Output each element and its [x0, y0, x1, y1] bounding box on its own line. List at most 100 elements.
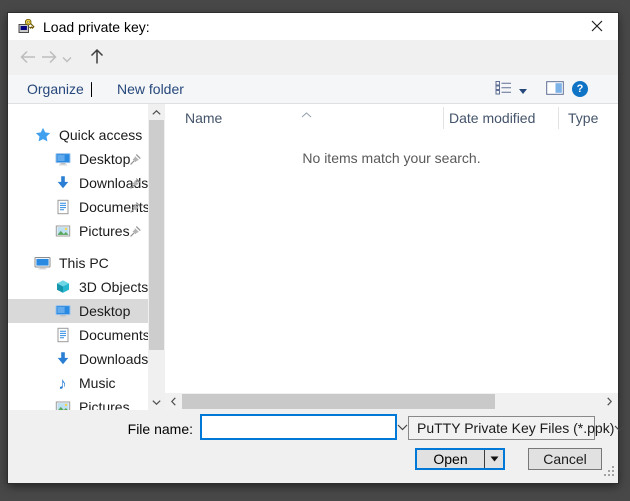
3d-objects-icon [54, 279, 71, 296]
open-split-button[interactable]: Open [415, 448, 505, 470]
scroll-right-button[interactable] [601, 393, 618, 410]
cancel-button-label: Cancel [543, 451, 587, 467]
sidebar-item-label: Desktop [79, 151, 130, 167]
file-type-dropdown-icon [614, 425, 625, 432]
views-dropdown-button[interactable] [519, 75, 527, 103]
sidebar-item-label: Pictures [79, 223, 130, 239]
organize-label: Organize [27, 81, 84, 97]
chevron-down-icon [62, 50, 72, 66]
command-toolbar: Organize New folder ? [8, 75, 618, 104]
title-bar: Load private key: [8, 13, 618, 40]
details-view-icon [495, 80, 512, 98]
resize-grip[interactable] [604, 464, 615, 480]
sidebar-item-3d-objects[interactable]: 3D Objects [8, 275, 148, 299]
file-type-select[interactable]: PuTTY Private Key Files (*.ppk) [408, 416, 595, 440]
pin-icon [129, 201, 142, 214]
cancel-button[interactable]: Cancel [528, 448, 602, 470]
scrollbar-thumb[interactable] [182, 394, 495, 409]
empty-folder-message: No items match your search. [165, 150, 618, 166]
caret-down-icon [519, 81, 527, 97]
column-divider[interactable] [558, 107, 559, 129]
scroll-up-button[interactable] [148, 104, 165, 120]
file-name-input[interactable] [212, 418, 397, 436]
load-private-key-dialog: Load private key: [8, 13, 618, 483]
back-arrow-icon [19, 50, 37, 67]
window-title: Load private key: [43, 19, 150, 35]
sidebar-item-pictures-qa[interactable]: Pictures [8, 219, 148, 243]
sort-ascending-icon [301, 105, 312, 121]
column-header-type[interactable]: Type [568, 110, 598, 126]
sidebar-item-label: Downloads [79, 351, 148, 367]
open-dropdown-button[interactable] [485, 450, 503, 468]
file-type-value: PuTTY Private Key Files (*.ppk) [417, 420, 614, 436]
help-button[interactable]: ? [572, 75, 588, 103]
quick-access-star-icon [34, 127, 51, 144]
computer-icon [34, 255, 51, 272]
sidebar-item-label: This PC [59, 255, 109, 271]
sidebar-item-label: Desktop [79, 303, 130, 319]
file-list: Name Date modified Type No items match y… [165, 104, 618, 410]
organize-button[interactable]: Organize [27, 75, 92, 103]
footer-bar: File name: PuTTY Private Key Files (*.pp… [8, 410, 618, 483]
pin-icon [129, 177, 142, 190]
pin-icon [129, 153, 142, 166]
desktop-icon [54, 303, 71, 320]
navigation-pane: Quick access Desktop Downloads [8, 104, 148, 410]
views-button[interactable] [495, 75, 512, 103]
file-name-dropdown-button[interactable] [397, 424, 408, 431]
sidebar-item-label: Pictures [79, 399, 130, 410]
back-button[interactable] [17, 47, 39, 69]
sidebar-item-desktop-selected[interactable]: Desktop [8, 299, 148, 323]
file-name-combobox[interactable] [200, 414, 397, 440]
column-divider[interactable] [443, 107, 444, 129]
sidebar-item-downloads[interactable]: Downloads [8, 347, 148, 371]
scrollbar-thumb[interactable] [149, 120, 164, 350]
forward-arrow-icon [40, 50, 58, 67]
putty-key-icon [18, 18, 35, 35]
forward-button[interactable] [38, 47, 60, 69]
sidebar-item-quick-access[interactable]: Quick access [8, 123, 148, 147]
horizontal-scrollbar[interactable] [165, 393, 618, 410]
close-icon [591, 19, 603, 35]
sidebar-item-label: Music [79, 375, 116, 391]
preview-pane-button[interactable] [546, 75, 564, 103]
new-folder-label: New folder [117, 81, 184, 97]
caret-down-icon [91, 82, 92, 97]
column-header-date-modified[interactable]: Date modified [449, 110, 535, 126]
downloads-icon [54, 351, 71, 368]
recent-locations-button[interactable] [60, 47, 74, 69]
sidebar-item-this-pc[interactable]: This PC [8, 251, 148, 275]
sidebar-item-label: 3D Objects [79, 279, 148, 295]
sidebar-item-label: Documents [79, 327, 148, 343]
sidebar-item-pictures[interactable]: Pictures [8, 395, 148, 410]
desktop-icon [54, 151, 71, 168]
sidebar-item-documents[interactable]: Documents [8, 323, 148, 347]
open-button-label: Open [417, 450, 484, 468]
help-icon: ? [572, 81, 588, 97]
sidebar-item-downloads-qa[interactable]: Downloads [8, 171, 148, 195]
documents-icon [54, 199, 71, 216]
music-icon: ♪ [54, 375, 71, 392]
preview-pane-icon [546, 81, 564, 98]
sidebar-item-desktop-qa[interactable]: Desktop [8, 147, 148, 171]
file-name-label: File name: [8, 421, 193, 437]
pin-icon [129, 225, 142, 238]
close-button[interactable] [585, 16, 609, 37]
up-button[interactable] [86, 47, 108, 69]
sidebar-scrollbar[interactable] [148, 104, 165, 410]
pictures-icon [54, 223, 71, 240]
scroll-left-button[interactable] [165, 393, 182, 410]
sidebar-item-label: Quick access [59, 127, 142, 143]
downloads-icon [54, 175, 71, 192]
documents-icon [54, 327, 71, 344]
scroll-down-button[interactable] [148, 394, 165, 410]
dialog-content: Quick access Desktop Downloads [8, 104, 618, 410]
column-header-row: Name Date modified Type [165, 104, 618, 132]
sidebar-item-music[interactable]: ♪ Music [8, 371, 148, 395]
column-header-name[interactable]: Name [185, 110, 222, 126]
new-folder-button[interactable]: New folder [117, 75, 184, 103]
navigation-bar: This PC Desktop ↻ [8, 40, 618, 75]
sidebar-item-documents-qa[interactable]: Documents [8, 195, 148, 219]
up-arrow-icon [90, 48, 104, 68]
pictures-icon [54, 399, 71, 411]
